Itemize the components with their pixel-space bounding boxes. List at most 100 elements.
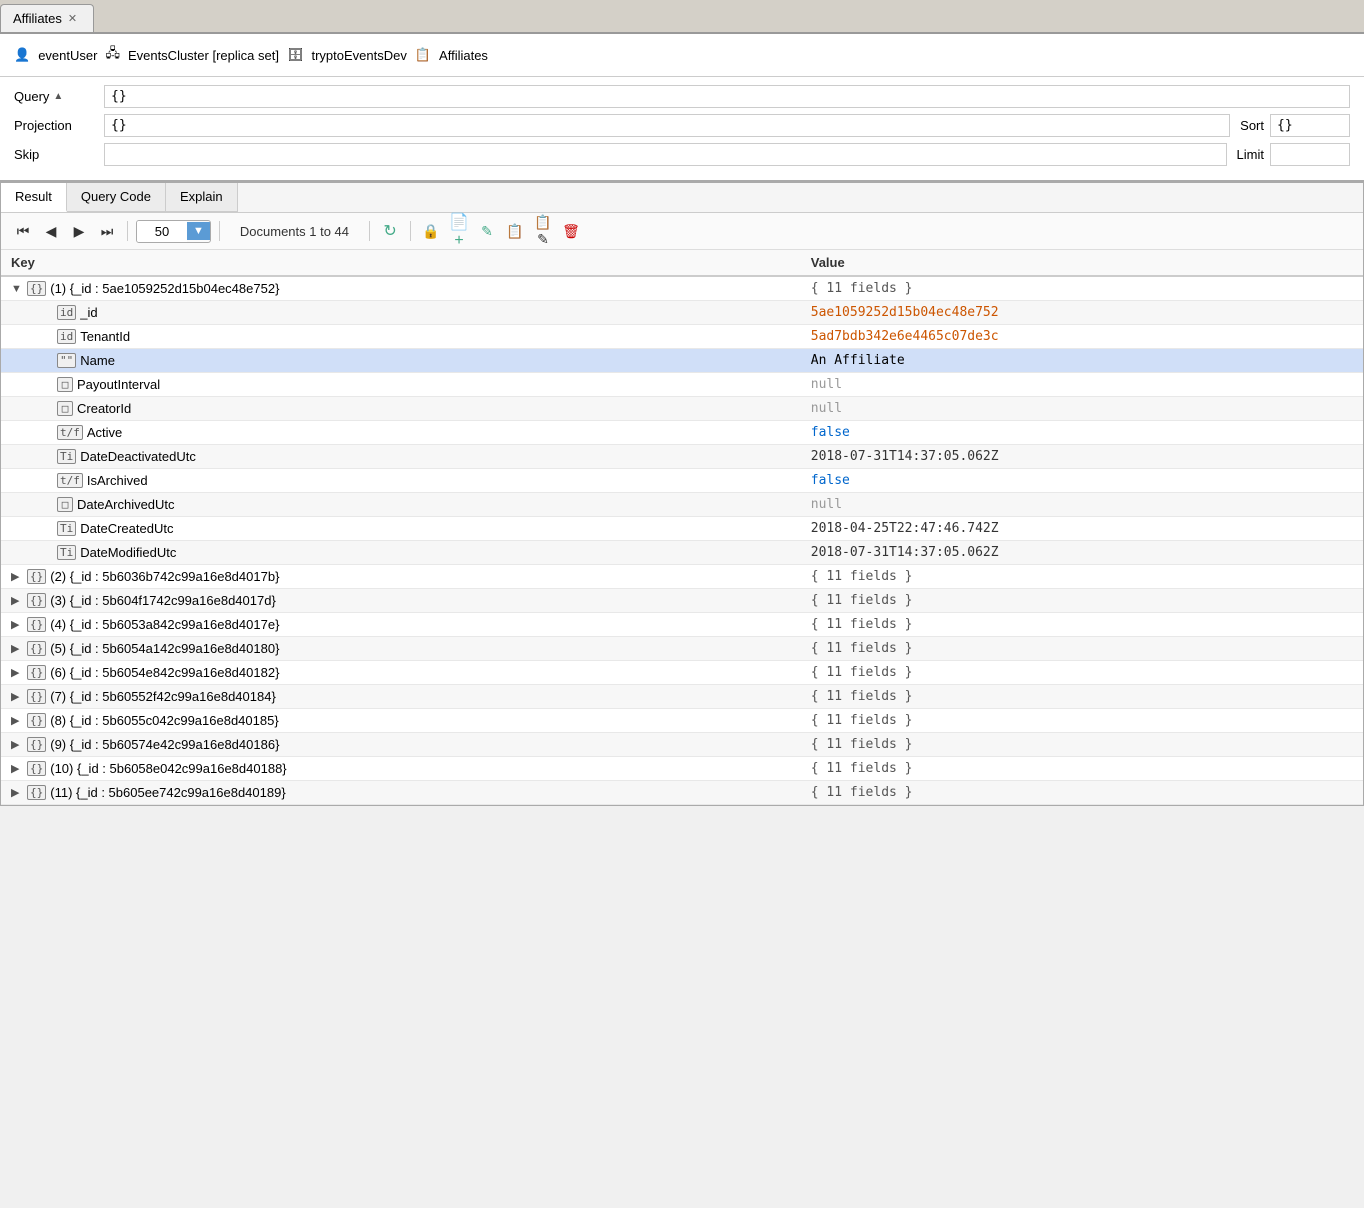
table-row[interactable]: ▼{}(1) {_id : 5ae1059252d15b04ec48e752}{… [1,276,1363,301]
table-row[interactable]: id_id5ae1059252d15b04ec48e752 [1,301,1363,325]
data-table: Key Value ▼{}(1) {_id : 5ae1059252d15b04… [1,250,1363,805]
key-text: TenantId [80,329,130,344]
table-row[interactable]: ▶{}(11) {_id : 5b605ee742c99a16e8d40189}… [1,781,1363,805]
table-row[interactable]: □DateArchivedUtcnull [1,493,1363,517]
query-sort-icon[interactable]: ▲ [53,91,63,102]
table-row[interactable]: TiDateDeactivatedUtc2018-07-31T14:37:05.… [1,445,1363,469]
expand-icon[interactable]: ▶ [11,594,23,607]
table-header-row: Key Value [1,250,1363,276]
expand-icon[interactable]: ▶ [11,714,23,727]
value-cell: null [801,373,1363,397]
skip-input[interactable] [104,143,1227,166]
breadcrumb: 👤 eventUser 🖧 EventsCluster [replica set… [0,34,1364,77]
result-tabs: Result Query Code Explain [1,183,1363,213]
projection-row: Projection Sort [14,114,1350,137]
next-page-button[interactable]: ▶ [67,219,91,243]
field-type-icon: □ [57,401,73,416]
breadcrumb-cluster[interactable]: EventsCluster [replica set] [128,48,279,63]
field-type-icon: {} [27,665,46,680]
sort-input[interactable] [1270,114,1350,137]
key-text: Active [87,425,122,440]
limit-input[interactable] [1270,143,1350,166]
lock-button[interactable]: 🔒 [419,219,443,243]
value-cell: { 11 fields } [801,685,1363,709]
query-input[interactable] [104,85,1350,108]
projection-input[interactable] [104,114,1230,137]
field-type-icon: {} [27,281,46,296]
key-text: DateArchivedUtc [77,497,175,512]
edit-document-button[interactable]: ✎ [475,219,499,243]
last-page-button[interactable]: ⏭ [95,219,119,243]
table-row[interactable]: ▶{}(5) {_id : 5b6054a142c99a16e8d40180}{… [1,637,1363,661]
value-cell: { 11 fields } [801,757,1363,781]
tab-query-code[interactable]: Query Code [67,183,166,212]
key-text: (9) {_id : 5b60574e42c99a16e8d40186} [50,737,279,752]
user-icon: 👤 [14,47,30,63]
field-type-icon: {} [27,593,46,608]
expand-icon[interactable]: ▶ [11,786,23,799]
sort-label: Sort [1240,118,1264,133]
doc-count: Documents 1 to 44 [240,224,349,239]
value-cell: { 11 fields } [801,589,1363,613]
add-document-button[interactable]: 📄+ [447,219,471,243]
coll-icon: 📋 [415,47,431,63]
value-cell: 2018-07-31T14:37:05.062Z [801,445,1363,469]
tab-result[interactable]: Result [1,183,67,212]
key-text: DateModifiedUtc [80,545,176,560]
table-row[interactable]: ▶{}(6) {_id : 5b6054e842c99a16e8d40182}{… [1,661,1363,685]
value-cell: false [801,421,1363,445]
copy-document-button[interactable]: 📋 [503,219,527,243]
table-row[interactable]: □CreatorIdnull [1,397,1363,421]
value-cell: { 11 fields } [801,781,1363,805]
table-row[interactable]: ▶{}(2) {_id : 5b6036b742c99a16e8d4017b}{… [1,565,1363,589]
result-toolbar: ⏮ ◀ ▶ ⏭ ▼ Documents 1 to 44 ↻ 🔒 📄+ ✎ 📋 📋… [1,213,1363,250]
value-cell: { 11 fields } [801,613,1363,637]
value-cell: { 11 fields } [801,733,1363,757]
expand-icon[interactable]: ▼ [11,283,23,295]
refresh-button[interactable]: ↻ [378,219,402,243]
expand-icon[interactable]: ▶ [11,642,23,655]
table-row[interactable]: ▶ {} (3) {_id : 5b604f1742c99a16e8d4017d} {… [1,589,1363,613]
breadcrumb-db[interactable]: tryptoEventsDev [311,48,406,63]
table-row[interactable]: ▶{}(4) {_id : 5b6053a842c99a16e8d4017e}{… [1,613,1363,637]
expand-icon[interactable]: ▶ [11,618,23,631]
table-row[interactable]: ▶{}(10) {_id : 5b6058e042c99a16e8d40188}… [1,757,1363,781]
value-cell: 5ae1059252d15b04ec48e752 [801,301,1363,325]
separator-3 [369,221,370,241]
close-icon[interactable]: ✕ [68,12,77,25]
table-row[interactable]: ▶{}(8) {_id : 5b6055c042c99a16e8d40185}{… [1,709,1363,733]
value-cell: { 11 fields } [801,661,1363,685]
tab-explain[interactable]: Explain [166,183,238,212]
db-icon: 🗄 [287,47,304,63]
key-text: _id [80,305,97,320]
table-row[interactable]: idTenantId5ad7bdb342e6e4465c07de3c [1,325,1363,349]
expand-icon[interactable]: ▶ [11,666,23,679]
table-row[interactable]: ▶ {} (9) {_id : 5b60574e42c99a16e8d40186} {… [1,733,1363,757]
page-size-select[interactable]: ▼ [136,220,211,243]
expand-icon[interactable]: ▶ [11,690,23,703]
table-row[interactable]: TiDateModifiedUtc2018-07-31T14:37:05.062… [1,541,1363,565]
table-row[interactable]: □PayoutIntervalnull [1,373,1363,397]
expand-icon[interactable]: ▶ [11,570,23,583]
prev-page-button[interactable]: ◀ [39,219,63,243]
delete-document-button[interactable]: 🗑 [559,219,583,243]
breadcrumb-collection[interactable]: Affiliates [439,48,488,63]
table-row[interactable]: ▶{}(7) {_id : 5b60552f42c99a16e8d40184}{… [1,685,1363,709]
paste-document-button[interactable]: 📋✎ [531,219,555,243]
page-size-input[interactable] [137,221,187,242]
field-type-icon: {} [27,689,46,704]
expand-icon[interactable]: ▶ [11,762,23,775]
cluster-icon: 🖧 [105,44,120,66]
field-type-icon: {} [27,737,46,752]
affiliates-tab[interactable]: Affiliates ✕ [0,4,94,32]
page-size-dropdown[interactable]: ▼ [187,222,210,240]
key-text: (3) {_id : 5b604f1742c99a16e8d4017d} [50,593,276,608]
table-row[interactable]: ""NameAn Affiliate [1,349,1363,373]
first-page-button[interactable]: ⏮ [11,219,35,243]
field-type-icon: "" [57,353,76,368]
table-row[interactable]: TiDateCreatedUtc2018-04-25T22:47:46.742Z [1,517,1363,541]
breadcrumb-user[interactable]: eventUser [38,48,97,63]
table-row[interactable]: t/fActivefalse [1,421,1363,445]
table-row[interactable]: t/fIsArchivedfalse [1,469,1363,493]
expand-icon[interactable]: ▶ [11,738,23,751]
